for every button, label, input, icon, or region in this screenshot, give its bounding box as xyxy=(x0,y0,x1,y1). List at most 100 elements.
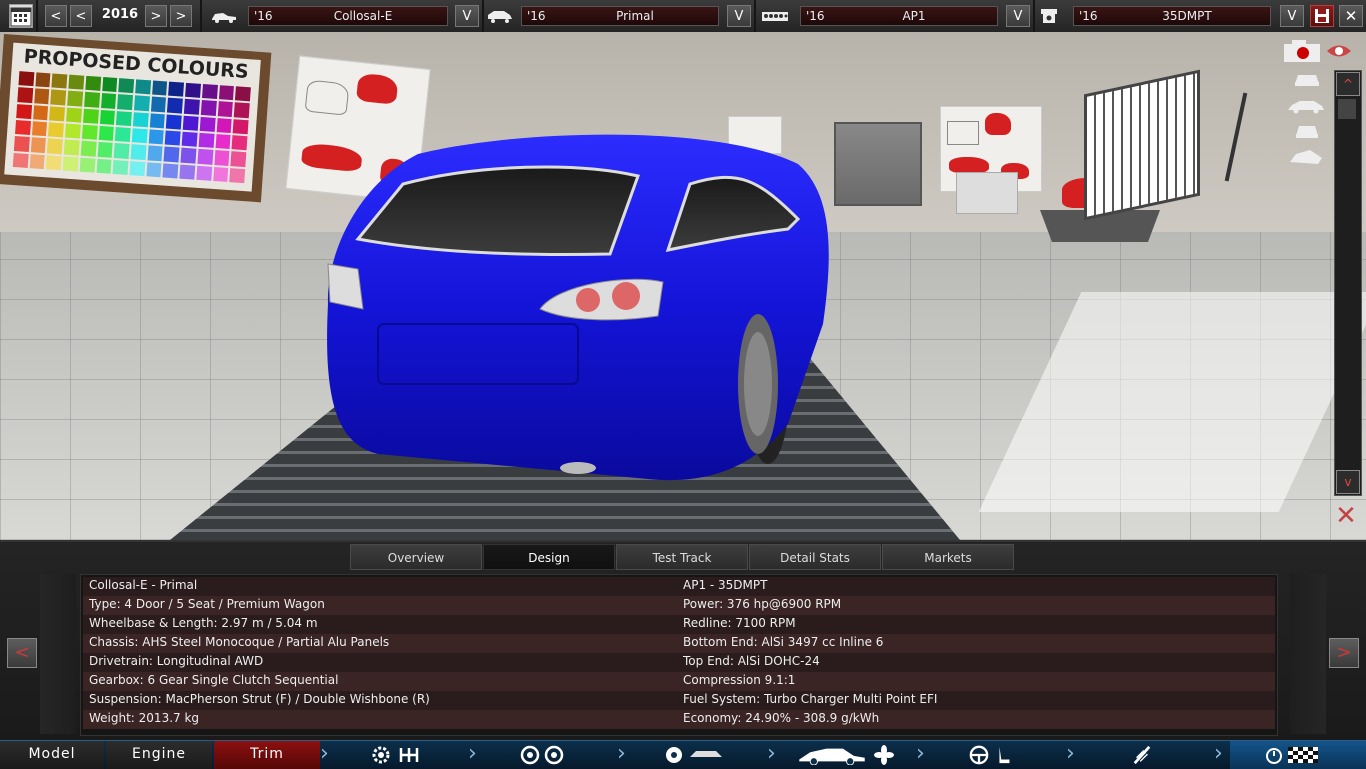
stats-row: Weight: 2013.7 kg Economy: 24.90% - 308.… xyxy=(83,710,1275,729)
garage-window xyxy=(1084,69,1200,221)
gear-icon xyxy=(372,746,390,764)
tab-test-track[interactable]: Test Track xyxy=(616,544,748,570)
colour-swatch xyxy=(166,114,182,130)
info-panel: Overview Design Test Track Detail Stats … xyxy=(0,540,1366,742)
engine-dropdown-button[interactable]: V xyxy=(1006,5,1030,27)
wheels-icon xyxy=(520,745,564,765)
model-selector[interactable]: '16 Collosal-E xyxy=(248,6,448,26)
fan-icon xyxy=(874,745,894,765)
colour-swatch xyxy=(167,97,184,114)
colour-swatch xyxy=(48,122,65,138)
year-next-button-2[interactable]: > xyxy=(170,5,192,27)
chevron-right-icon: › xyxy=(1066,741,1075,766)
bottom-navigation: Model Engine Trim › › › › › › › xyxy=(0,740,1366,769)
colour-swatch xyxy=(51,73,68,89)
tab-markets[interactable]: Markets xyxy=(882,544,1014,570)
panel-frame-right xyxy=(1290,574,1326,734)
car-model[interactable] xyxy=(318,124,838,494)
tab-detail-stats[interactable]: Detail Stats xyxy=(749,544,881,570)
close-button[interactable]: ✕ xyxy=(1339,5,1363,27)
car-body-icon xyxy=(212,13,236,23)
colour-swatch xyxy=(162,163,179,179)
next-page-button[interactable]: > xyxy=(1329,638,1359,668)
scroll-thumb[interactable] xyxy=(1338,99,1356,119)
nav-model[interactable]: Model xyxy=(0,741,104,769)
toolbar-separator xyxy=(1033,0,1035,32)
hide-view-icon[interactable]: ✕ xyxy=(1332,502,1360,530)
colour-swatch xyxy=(62,156,79,172)
stats-row: Gearbox: 6 Gear Single Clutch Sequential… xyxy=(83,672,1275,691)
car-drivetrain: Drivetrain: Longitudinal AWD xyxy=(89,654,264,668)
colour-swatch xyxy=(100,93,117,109)
chevron-right-icon: › xyxy=(767,741,776,766)
eye-icon[interactable] xyxy=(1326,42,1352,60)
back-door xyxy=(834,122,922,206)
year-prev-button-1[interactable]: < xyxy=(45,5,67,27)
car-3d-viewport[interactable]: PROPOSED COLOURS ^ v ✕ xyxy=(0,32,1366,540)
calendar-icon[interactable] xyxy=(9,4,33,28)
tab-overview[interactable]: Overview xyxy=(350,544,482,570)
car-type: Type: 4 Door / 5 Seat / Premium Wagon xyxy=(89,597,325,611)
colour-swatch xyxy=(66,107,82,123)
tab-design[interactable]: Design xyxy=(483,544,615,570)
scroll-up-button[interactable]: ^ xyxy=(1336,72,1360,96)
car-body-nav-icon xyxy=(799,748,865,765)
year-prev-button-2[interactable]: < xyxy=(70,5,92,27)
colour-swatch xyxy=(117,94,134,110)
colour-swatch xyxy=(150,96,167,113)
year-next-button-1[interactable]: > xyxy=(145,5,167,27)
colour-swatch xyxy=(12,152,29,168)
nav-engine[interactable]: Engine xyxy=(106,741,212,769)
shock-absorber-icon xyxy=(1133,745,1151,765)
colour-swatch xyxy=(79,157,96,173)
engine-year: '16 xyxy=(806,9,825,23)
nav-body-aero[interactable] xyxy=(790,741,900,769)
trim-dropdown-button[interactable]: V xyxy=(727,5,751,27)
car-trim-icon xyxy=(488,11,512,23)
colour-swatch xyxy=(180,147,197,164)
nav-suspension[interactable] xyxy=(1110,741,1210,769)
nav-wheels[interactable] xyxy=(510,741,610,769)
colour-swatch xyxy=(68,74,85,90)
colour-swatch xyxy=(135,79,151,95)
car-side-view-icon[interactable] xyxy=(1286,98,1326,114)
engine-selector[interactable]: '16 AP1 xyxy=(800,6,998,26)
view-scrollbar[interactable]: ^ v xyxy=(1334,70,1362,496)
previous-page-button[interactable]: < xyxy=(7,638,37,668)
nav-trim[interactable]: Trim xyxy=(214,741,320,769)
stopwatch-icon xyxy=(1266,748,1282,764)
save-icon[interactable] xyxy=(1310,5,1334,27)
scroll-down-button[interactable]: v xyxy=(1336,470,1360,494)
nav-test-finish[interactable] xyxy=(1230,741,1366,769)
engine-name: AP1 - 35DMPT xyxy=(683,578,768,592)
car-angle-view-icon[interactable] xyxy=(1288,148,1324,168)
nav-brakes[interactable] xyxy=(660,741,760,769)
colour-swatch xyxy=(184,99,200,115)
engine-compression: Compression 9.1:1 xyxy=(683,673,796,687)
engine-fuel-system: Fuel System: Turbo Charger Multi Point E… xyxy=(683,692,938,706)
colour-swatch xyxy=(99,109,116,125)
colour-swatch xyxy=(31,121,48,137)
colour-swatch xyxy=(116,110,132,127)
colour-swatch xyxy=(29,153,46,170)
colour-swatch xyxy=(199,116,216,132)
nav-chassis-gearbox[interactable] xyxy=(360,741,470,769)
colour-swatch xyxy=(131,128,148,144)
variant-selector[interactable]: '16 35DMPT xyxy=(1073,6,1271,26)
colour-swatch xyxy=(16,103,32,120)
car-rear-view-icon[interactable] xyxy=(1292,122,1322,140)
camera-icon[interactable] xyxy=(1282,38,1326,64)
variant-dropdown-button[interactable]: V xyxy=(1280,5,1304,27)
model-dropdown-button[interactable]: V xyxy=(455,5,479,27)
colour-swatch xyxy=(165,130,181,146)
trim-selector[interactable]: '16 Primal xyxy=(521,6,719,26)
colour-swatch xyxy=(213,150,230,166)
toolbar-separator xyxy=(482,0,484,32)
engine-variant-icon xyxy=(1041,9,1057,23)
car-front-view-icon[interactable] xyxy=(1292,70,1322,88)
colour-swatch xyxy=(230,151,247,167)
stats-row: Suspension: MacPherson Strut (F) / Doubl… xyxy=(83,691,1275,710)
stats-row: Drivetrain: Longitudinal AWD Top End: Al… xyxy=(83,653,1275,672)
toolbar-separator xyxy=(200,0,202,32)
nav-interior[interactable] xyxy=(960,741,1060,769)
